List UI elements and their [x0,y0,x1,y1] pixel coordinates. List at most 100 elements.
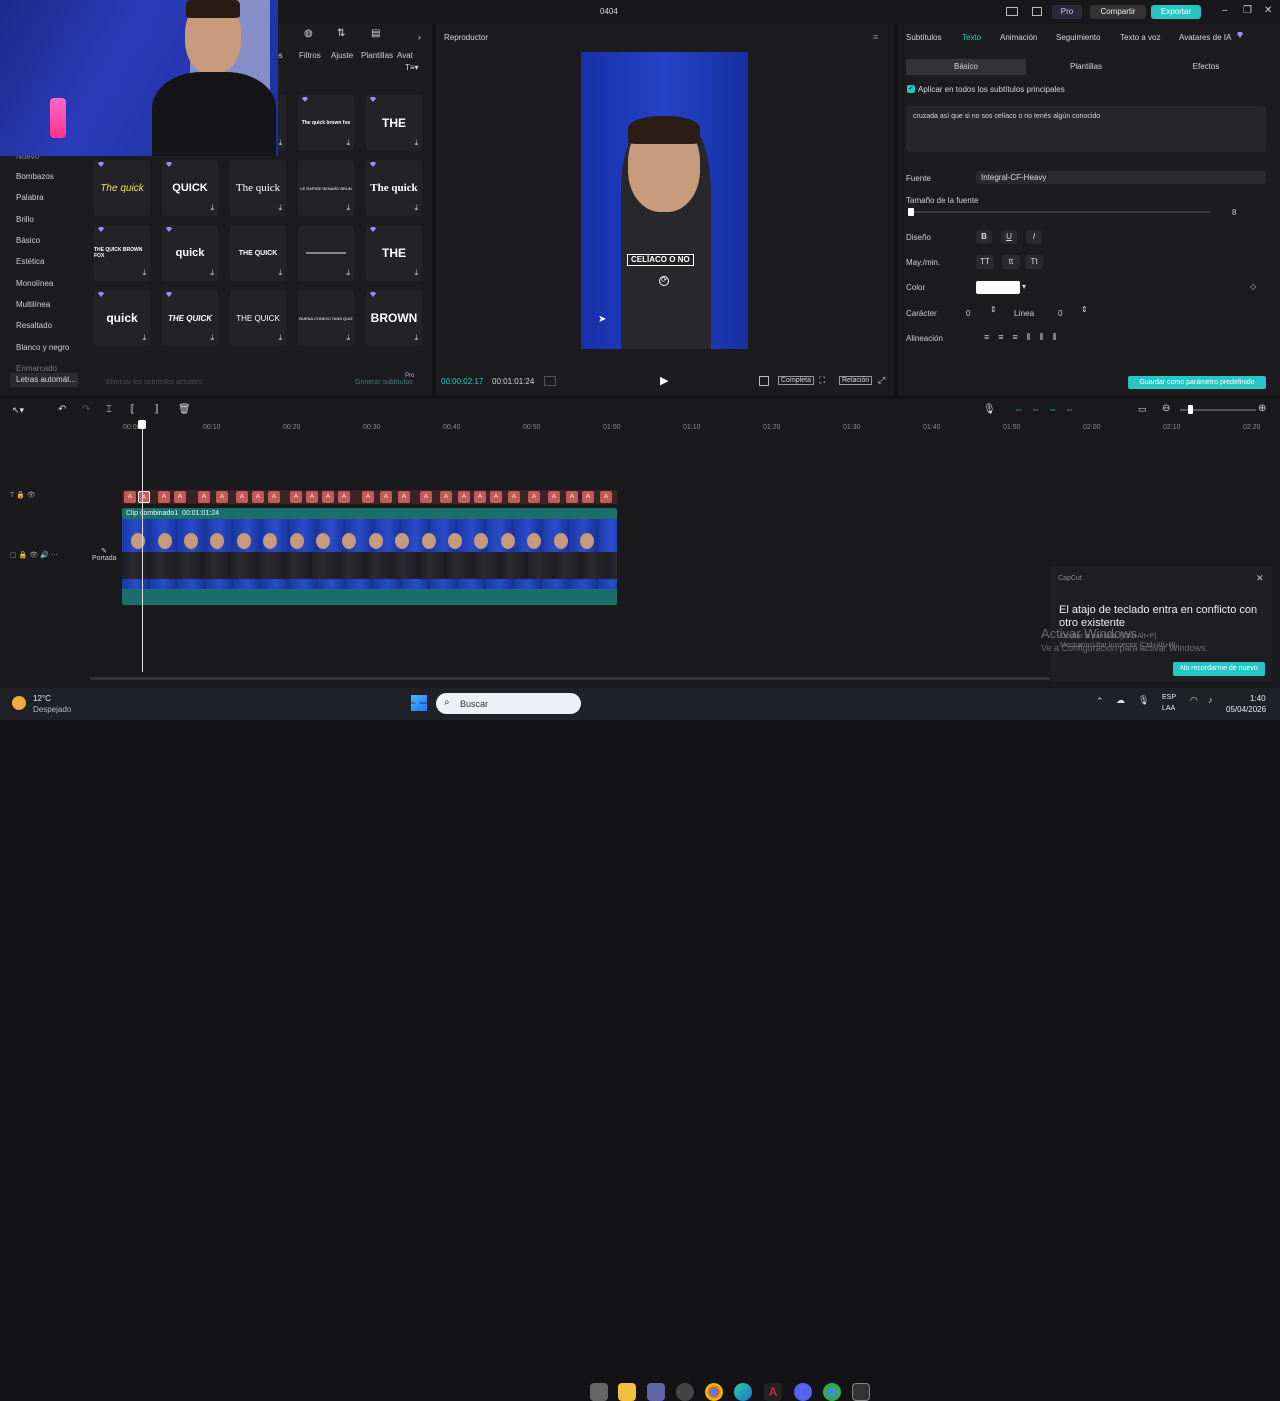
task-view-icon[interactable] [590,1383,608,1401]
chevron-right-icon[interactable]: › [418,32,421,42]
caption-clip[interactable]: A [548,491,560,503]
style-tile[interactable]: The quick brown fox ⤓ [298,95,354,151]
trim-right-icon[interactable]: ⟧ [154,404,159,415]
teams-icon[interactable] [647,1383,665,1401]
tab-animation[interactable]: Animación [1000,33,1037,42]
video-clip[interactable]: Clip combinado1 00:01:01:24 [122,508,617,605]
zoom-in-icon[interactable]: ⊕ [1258,403,1266,414]
download-icon[interactable]: ⤓ [142,333,146,343]
chrome-icon[interactable] [705,1383,723,1401]
download-icon[interactable]: ⤓ [210,203,214,213]
download-icon[interactable]: ⤓ [414,333,418,343]
caption-clip[interactable]: A [398,491,410,503]
tab-adjust[interactable]: Ajuste [331,51,353,60]
download-icon[interactable]: ⤓ [346,203,350,213]
caption-clip[interactable]: A [268,491,280,503]
language-code[interactable]: ESP [1162,694,1176,701]
generate-subtitles-link[interactable]: Generar subtítulos [355,379,413,386]
file-explorer-icon[interactable] [618,1383,636,1401]
font-size-slider[interactable] [910,211,1210,213]
caption-toggle-icon[interactable]: ▭ [1138,404,1147,415]
underline-button[interactable]: U [1001,230,1017,244]
play-icon[interactable]: ▶ [660,374,668,387]
windows-start-icon[interactable] [411,695,427,711]
caption-clip[interactable]: A [158,491,170,503]
menu-icon[interactable]: ≡ [873,32,878,42]
download-icon[interactable]: ⤓ [210,333,214,343]
playhead-handle[interactable] [138,420,146,429]
ratio-button[interactable]: Relación [839,376,873,385]
style-tile[interactable]: THE QUICK ⤓ [162,290,218,346]
font-size-value[interactable]: 8 [1232,208,1236,217]
style-tile[interactable]: The quick [94,160,150,216]
close-icon[interactable]: ✕ [1256,573,1264,584]
category-basico[interactable]: Básico [16,236,40,245]
titlecase-button[interactable]: Tt [1025,255,1043,269]
caption-clip[interactable]: A [306,491,318,503]
tab-text[interactable]: Texto [962,33,981,42]
mic-icon[interactable]: 🎙 [983,404,996,415]
fullscreen-icon[interactable]: ⤢ [878,375,885,386]
category-palabra[interactable]: Palabra [16,193,44,202]
language-region[interactable]: LAA [1162,705,1175,712]
video-track-controls[interactable]: ▢ 🔒 👁 🔊 ⋯ [10,551,58,559]
caption-clip[interactable]: A [362,491,374,503]
search-box[interactable]: ⌕ Buscar [436,693,581,714]
split-icon[interactable]: ⌶ [106,404,112,415]
undo-icon[interactable]: ↶ [58,404,66,415]
lowercase-button[interactable]: tt [1002,255,1020,269]
save-preset-button[interactable]: Guardar como parámetro predefinido [1128,376,1266,389]
download-icon[interactable]: ⤓ [142,268,146,278]
bold-button[interactable]: B [976,230,992,244]
download-icon[interactable]: ⤓ [414,203,418,213]
edge-icon[interactable] [734,1383,752,1401]
char-spacing-value[interactable]: 0 [966,309,970,318]
crop-icon[interactable] [759,376,769,386]
select-tool-icon[interactable]: ↖▾ [12,405,24,416]
caption-clip[interactable]: A [458,491,470,503]
tab-templates[interactable]: Plantillas [361,51,393,60]
sort-icon[interactable]: T≡▾ [405,63,419,72]
alignment-icons[interactable]: ≡≡≡⦀⦀⦀ [984,332,1066,343]
app-icon[interactable] [676,1383,694,1401]
text-content-field[interactable]: cruzada así que si no sos celíaco o no t… [906,106,1266,152]
caption-clip[interactable]: A [440,491,452,503]
category-multilinea[interactable]: Multilínea [16,300,50,309]
style-tile[interactable]: quick ⤓ [162,225,218,281]
style-tile[interactable]: THE QUICK ⤓ [230,290,286,346]
rotate-icon[interactable]: ⟳ [659,276,669,286]
acrobat-icon[interactable]: A [764,1383,782,1401]
trim-left-icon[interactable]: ⟦ [130,404,135,415]
caption-clip[interactable]: A [124,491,136,503]
caption-clip[interactable]: A [508,491,520,503]
export-button[interactable]: Exportar [1151,5,1201,19]
category-letras-automaticas[interactable]: Letras automát... [10,373,78,387]
download-icon[interactable]: ⤓ [278,138,282,148]
keyframe-icon[interactable]: ◇ [1250,282,1256,291]
tab-tracking[interactable]: Seguimiento [1056,33,1100,42]
color-swatch[interactable] [976,281,1020,294]
playhead[interactable] [142,420,143,672]
style-tile[interactable]: THE QUICK ⤓ [230,225,286,281]
caption-clip[interactable]: A [216,491,228,503]
style-tile[interactable]: LE RAPIDE RENARD BRUN ⤓ [298,160,354,216]
slider-handle[interactable] [908,208,914,216]
style-tile[interactable]: QUICK ⤓ [162,160,218,216]
capcut-icon[interactable] [852,1383,870,1401]
remove-subtitles-link[interactable]: Eliminar los subtítulos actuales [106,379,202,386]
caption-clip[interactable]: A [582,491,594,503]
category-enmarcado[interactable]: Enmarcado [16,364,57,373]
category-brillo[interactable]: Brillo [16,215,34,224]
weather[interactable]: Despejado [33,705,71,714]
full-quality-button[interactable]: Completa [778,376,814,385]
apply-all-checkbox[interactable]: ✓ [907,85,915,93]
download-icon[interactable]: ⤓ [346,138,350,148]
style-tile[interactable]: THE ⤓ [366,225,422,281]
dont-remind-button[interactable]: No recordarme de nuevo [1173,662,1265,676]
caption-clip[interactable]: A [420,491,432,503]
font-dropdown[interactable]: Integral-CF-Heavy [976,171,1266,184]
pro-badge[interactable]: Pro [1052,5,1082,19]
timeline-scrollbar[interactable] [90,677,1052,680]
layout-icon[interactable] [1006,7,1018,16]
timecode-icon[interactable] [544,376,556,386]
